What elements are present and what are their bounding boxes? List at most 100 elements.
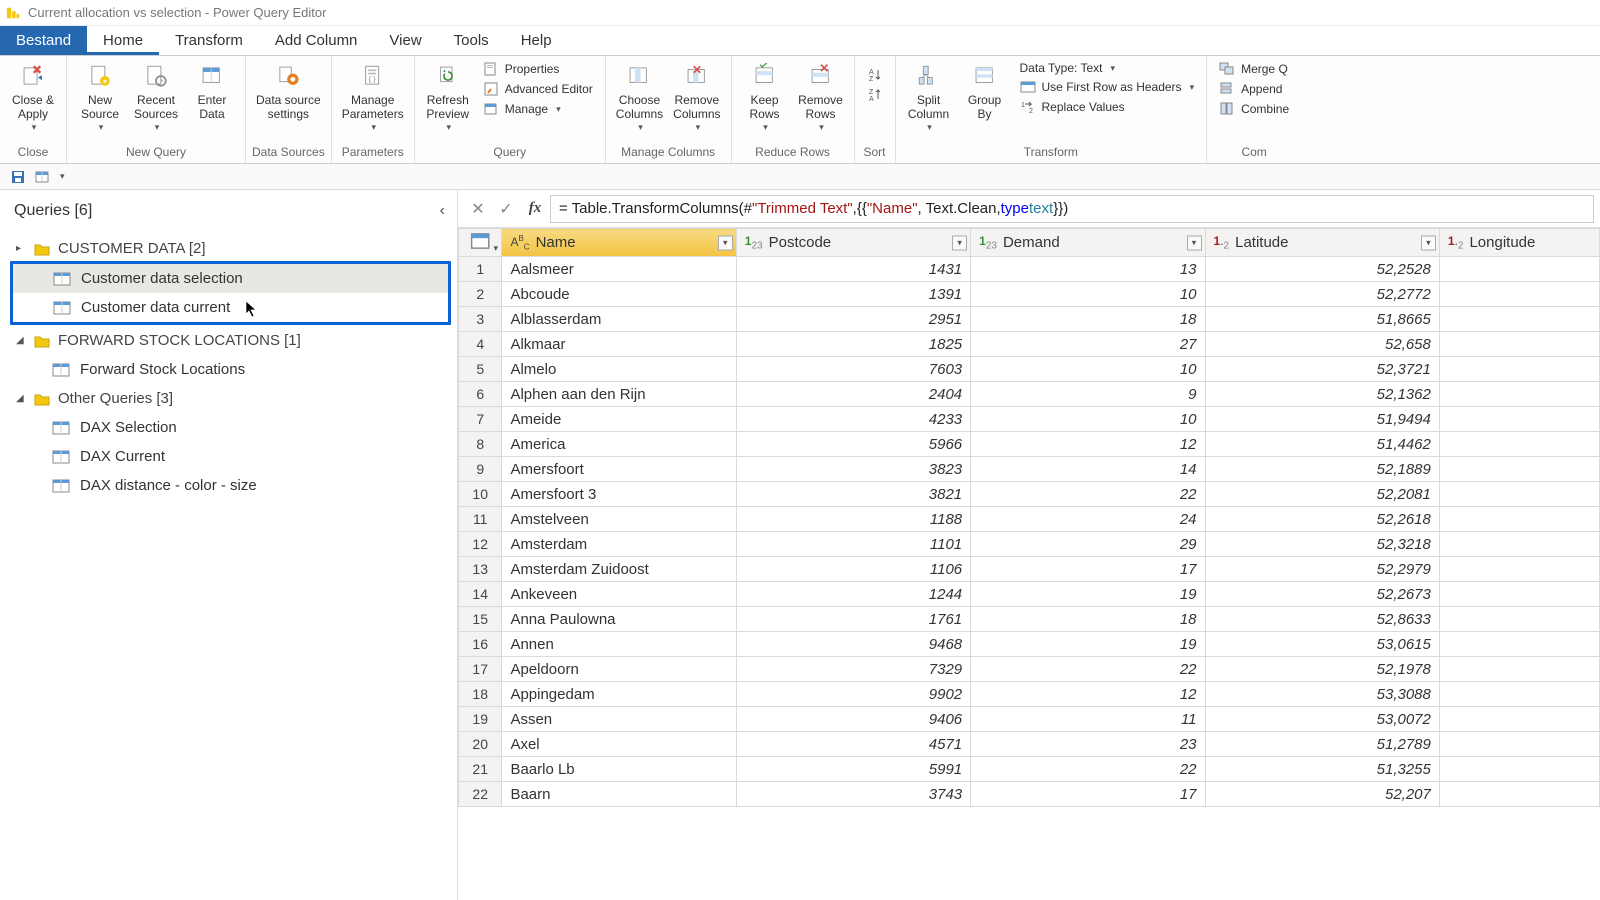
table-row[interactable]: 13Amsterdam Zuidoost11061752,2979	[459, 557, 1600, 582]
collapse-panel-icon[interactable]: ‹	[440, 202, 445, 220]
cell-latitude[interactable]: 52,3218	[1205, 532, 1439, 557]
cell-demand[interactable]: 10	[971, 407, 1205, 432]
enter-data-button[interactable]: Enter Data	[185, 58, 239, 124]
cell-name[interactable]: Alkmaar	[502, 332, 736, 357]
cell-name[interactable]: Ankeveen	[502, 582, 736, 607]
table-row[interactable]: 5Almelo76031052,3721	[459, 357, 1600, 382]
row-number[interactable]: 22	[459, 782, 502, 807]
table-row[interactable]: 17Apeldoorn73292252,1978	[459, 657, 1600, 682]
recent-sources-button[interactable]: Recent Sources▾	[129, 58, 183, 134]
cell-name[interactable]: Abcoude	[502, 282, 736, 307]
cell-latitude[interactable]: 52,2618	[1205, 507, 1439, 532]
cell-longitude[interactable]	[1439, 307, 1599, 332]
cell-name[interactable]: Assen	[502, 707, 736, 732]
query-dax-current[interactable]: DAX Current	[12, 442, 451, 471]
table-row[interactable]: 11Amstelveen11882452,2618	[459, 507, 1600, 532]
combine-files-button[interactable]: Combine	[1217, 100, 1291, 118]
cell-postcode[interactable]: 4571	[736, 732, 970, 757]
cell-postcode[interactable]: 3821	[736, 482, 970, 507]
cell-longitude[interactable]	[1439, 657, 1599, 682]
cell-name[interactable]: Annen	[502, 632, 736, 657]
cell-longitude[interactable]	[1439, 707, 1599, 732]
cell-longitude[interactable]	[1439, 407, 1599, 432]
column-header-longitude[interactable]: 1.2Longitude	[1439, 229, 1599, 257]
cell-demand[interactable]: 9	[971, 382, 1205, 407]
cell-longitude[interactable]	[1439, 682, 1599, 707]
cell-latitude[interactable]: 52,1362	[1205, 382, 1439, 407]
cell-latitude[interactable]: 52,2979	[1205, 557, 1439, 582]
data-grid[interactable]: ▾ ABCName▾ 123Postcode▾ 123Demand▾ 1.2La…	[458, 228, 1600, 900]
cell-demand[interactable]: 18	[971, 307, 1205, 332]
cell-name[interactable]: Baarn	[502, 782, 736, 807]
column-header-demand[interactable]: 123Demand▾	[971, 229, 1205, 257]
keep-rows-button[interactable]: Keep Rows▾	[738, 58, 792, 134]
row-number[interactable]: 4	[459, 332, 502, 357]
replace-values-button[interactable]: 12Replace Values	[1018, 98, 1197, 116]
row-number[interactable]: 21	[459, 757, 502, 782]
cell-latitude[interactable]: 53,0072	[1205, 707, 1439, 732]
cell-longitude[interactable]	[1439, 507, 1599, 532]
cell-name[interactable]: Amersfoort 3	[502, 482, 736, 507]
query-customer-data-current[interactable]: Customer data current	[13, 293, 448, 322]
cell-postcode[interactable]: 1761	[736, 607, 970, 632]
cell-demand[interactable]: 17	[971, 557, 1205, 582]
tab-file[interactable]: Bestand	[0, 26, 87, 55]
cell-name[interactable]: Aalsmeer	[502, 257, 736, 282]
cell-longitude[interactable]	[1439, 532, 1599, 557]
properties-button[interactable]: Properties	[481, 60, 595, 78]
filter-dropdown-icon[interactable]: ▾	[718, 235, 733, 250]
new-source-button[interactable]: ✶New Source▾	[73, 58, 127, 134]
row-number[interactable]: 2	[459, 282, 502, 307]
cell-latitude[interactable]: 52,207	[1205, 782, 1439, 807]
table-row[interactable]: 20Axel45712351,2789	[459, 732, 1600, 757]
tab-tools[interactable]: Tools	[438, 26, 505, 55]
cell-latitude[interactable]: 52,1978	[1205, 657, 1439, 682]
cell-longitude[interactable]	[1439, 282, 1599, 307]
folder-other-queries[interactable]: ◢ Other Queries [3]	[12, 384, 451, 413]
cell-latitude[interactable]: 51,2789	[1205, 732, 1439, 757]
save-icon[interactable]	[10, 169, 26, 185]
row-number[interactable]: 18	[459, 682, 502, 707]
split-column-button[interactable]: Split Column▾	[902, 58, 956, 134]
cell-name[interactable]: Appingedam	[502, 682, 736, 707]
table-row[interactable]: 14Ankeveen12441952,2673	[459, 582, 1600, 607]
first-row-headers-button[interactable]: Use First Row as Headers▾	[1018, 78, 1197, 96]
row-number[interactable]: 14	[459, 582, 502, 607]
cell-postcode[interactable]: 9406	[736, 707, 970, 732]
cell-longitude[interactable]	[1439, 482, 1599, 507]
cell-latitude[interactable]: 52,2673	[1205, 582, 1439, 607]
remove-rows-button[interactable]: Remove Rows▾	[794, 58, 848, 134]
row-number[interactable]: 13	[459, 557, 502, 582]
cell-latitude[interactable]: 51,4462	[1205, 432, 1439, 457]
cell-longitude[interactable]	[1439, 357, 1599, 382]
cell-latitude[interactable]: 51,8665	[1205, 307, 1439, 332]
cell-latitude[interactable]: 52,2528	[1205, 257, 1439, 282]
fx-icon[interactable]: fx	[520, 200, 550, 217]
cell-demand[interactable]: 23	[971, 732, 1205, 757]
cell-name[interactable]: Alblasserdam	[502, 307, 736, 332]
table-row[interactable]: 2Abcoude13911052,2772	[459, 282, 1600, 307]
cell-demand[interactable]: 22	[971, 482, 1205, 507]
cell-postcode[interactable]: 9468	[736, 632, 970, 657]
cell-longitude[interactable]	[1439, 457, 1599, 482]
cell-demand[interactable]: 13	[971, 257, 1205, 282]
cell-demand[interactable]: 14	[971, 457, 1205, 482]
cell-demand[interactable]: 19	[971, 582, 1205, 607]
cell-longitude[interactable]	[1439, 257, 1599, 282]
row-number[interactable]: 1	[459, 257, 502, 282]
cell-demand[interactable]: 12	[971, 432, 1205, 457]
query-forward-stock-locations[interactable]: Forward Stock Locations	[12, 355, 451, 384]
filter-dropdown-icon[interactable]: ▾	[1421, 235, 1436, 250]
table-row[interactable]: 22Baarn37431752,207	[459, 782, 1600, 807]
cell-name[interactable]: Anna Paulowna	[502, 607, 736, 632]
column-header-latitude[interactable]: 1.2Latitude▾	[1205, 229, 1439, 257]
manage-parameters-button[interactable]: { }Manage Parameters▾	[338, 58, 408, 134]
table-quick-icon[interactable]	[34, 169, 50, 185]
sort-desc-button[interactable]: ZA	[865, 86, 885, 104]
cell-name[interactable]: Alphen aan den Rijn	[502, 382, 736, 407]
cell-longitude[interactable]	[1439, 782, 1599, 807]
tab-view[interactable]: View	[373, 26, 437, 55]
table-row[interactable]: 1Aalsmeer14311352,2528	[459, 257, 1600, 282]
row-number[interactable]: 10	[459, 482, 502, 507]
query-customer-data-selection[interactable]: Customer data selection	[13, 264, 448, 293]
